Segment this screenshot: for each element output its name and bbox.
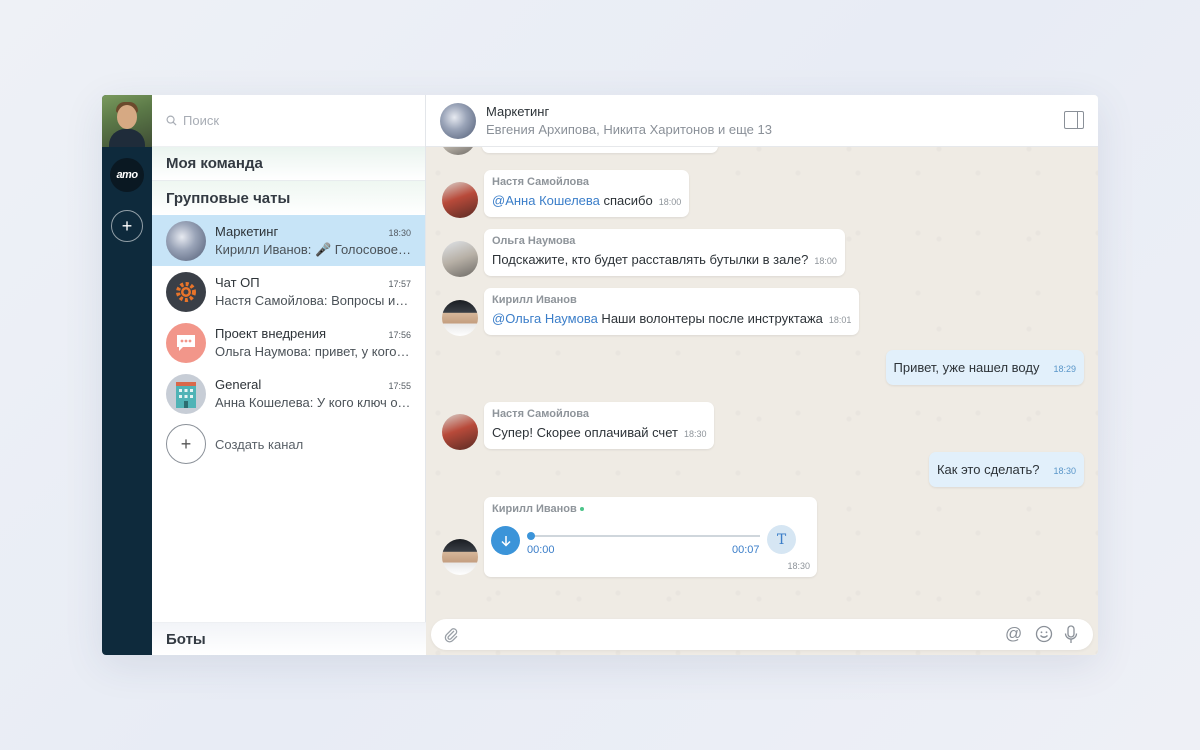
message-avatar [442, 241, 478, 277]
chat-area: Маркетинг Евгения Архипова, Никита Харит… [426, 95, 1098, 655]
section-my-team[interactable]: Моя команда [152, 147, 425, 181]
messenger-window: amo + Поиск Моя команда Групповые чаты М… [102, 95, 1098, 655]
chat-avatar [166, 373, 206, 414]
message-mention[interactable]: @Ольга Наумова [492, 311, 598, 326]
chat-time: 17:55 [388, 381, 411, 391]
chat-preview: Настя Самойлова: Вопросы и ответы [215, 293, 411, 308]
message-text: Наши волонтеры после инструктажа [597, 311, 823, 326]
message-time: 18:30 [683, 429, 707, 439]
chat-name: Проект внедрения [215, 326, 326, 341]
message-bubble-outgoing: Привет, уже нашел воду 18:29 [885, 350, 1084, 385]
message-text: Привет, уже нашел воду [893, 360, 1040, 375]
download-icon[interactable] [491, 526, 520, 555]
building-icon [176, 381, 196, 408]
chat-time: 17:57 [388, 279, 411, 289]
chat-item-general[interactable]: General 17:55 Анна Кошелева: У кого ключ… [152, 368, 425, 419]
message-avatar [442, 300, 478, 336]
side-panel-toggle-icon[interactable] [1064, 111, 1084, 129]
message-time: 18:30 [787, 561, 810, 571]
chat-header-avatar[interactable] [440, 102, 476, 139]
chat-name: Чат ОП [215, 275, 260, 290]
message-bubble: Настя Самойлова Супер! Скорее оплачивай … [484, 402, 715, 449]
chat-avatar [166, 271, 206, 312]
search-input[interactable]: Поиск [152, 95, 425, 147]
chat-time: 17:56 [388, 330, 411, 340]
message-bubble-outgoing: Как это сделать? 18:30 [928, 452, 1084, 487]
message-sender: Ольга Наумова [492, 235, 576, 247]
message-time: 18:30 [1053, 466, 1076, 476]
gear-icon [176, 281, 196, 302]
message-avatar [442, 414, 478, 450]
chat-item-project[interactable]: Проект внедрения 17:56 Ольга Наумова: пр… [152, 317, 425, 368]
message-bubble: Кирилл Иванов @Ольга Наумова Наши волонт… [484, 288, 860, 335]
chat-name: Маркетинг [215, 223, 279, 239]
speech-bubble-icon [177, 334, 195, 351]
online-status-dot [579, 507, 584, 512]
message-time: 18:29 [1053, 364, 1076, 374]
chat-item-marketing[interactable]: Маркетинг 18:30 Кирилл Иванов: 🎤 Голосов… [152, 215, 425, 266]
chat-preview: Ольга Наумова: привет, у кого ключ [215, 344, 411, 359]
message-text: Супер! Скорее оплачивай счет [492, 425, 678, 440]
chat-header: Маркетинг Евгения Архипова, Никита Харит… [426, 95, 1098, 147]
message-composer[interactable]: @ [431, 619, 1093, 650]
voice-sender-name: Кирилл Иванов [492, 503, 577, 515]
amo-logo-button[interactable]: amo [110, 158, 144, 192]
microphone-icon[interactable] [1064, 625, 1078, 644]
transcribe-button[interactable]: T [767, 525, 796, 554]
voice-message: Кирилл Иванов 00:00 00:07 T 18:30 [484, 497, 817, 577]
chat-avatar [166, 322, 206, 363]
chat-name: General [215, 377, 262, 392]
emoji-icon[interactable] [1035, 625, 1053, 643]
chat-preview: Анна Кошелева: У кого ключ от офиса [215, 395, 411, 410]
message-time: 18:01 [828, 315, 852, 325]
mention-icon[interactable]: @ [1005, 624, 1022, 644]
message-text: Подскажите, кто будет расставлять бутылк… [492, 252, 809, 267]
section-group-chats[interactable]: Групповые чаты [152, 181, 425, 215]
message-sender: Настя Самойлова [492, 176, 590, 188]
create-channel-button[interactable]: + Создать канал [152, 419, 425, 469]
message-time: 18:00 [814, 256, 837, 266]
search-placeholder: Поиск [183, 113, 220, 128]
message-bubble: Ольга Наумова Подскажите, кто будет расс… [484, 229, 845, 276]
message-text: спасибо [599, 193, 653, 208]
message-mention[interactable]: @Анна Кошелева [492, 193, 600, 208]
section-bots[interactable]: Боты [152, 622, 426, 655]
chat-avatar [166, 220, 206, 261]
message-sender: Настя Самойлова [492, 408, 590, 420]
chat-item-chat-op[interactable]: Чат ОП 17:57 Настя Самойлова: Вопросы и … [152, 266, 425, 317]
message-text: Как это сделать? [936, 462, 1040, 477]
message-time: 18:00 [658, 197, 682, 207]
message-avatar [442, 182, 478, 218]
message-avatar [442, 539, 478, 575]
chat-preview: Кирилл Иванов: 🎤 Голосовое сообщение [215, 241, 411, 257]
chat-time: 18:30 [388, 227, 411, 238]
chat-title: Маркетинг [486, 104, 550, 119]
voice-progress-track[interactable] [530, 535, 760, 537]
voice-current-time: 00:00 [527, 544, 555, 556]
search-icon [166, 115, 177, 126]
voice-duration: 00:07 [732, 544, 760, 556]
message-bubble: Настя Самойлова @Анна Кошелева спасибо 18… [484, 170, 690, 217]
left-rail: amo + [102, 95, 152, 655]
attach-icon[interactable] [443, 626, 459, 643]
create-channel-label: Создать канал [215, 436, 304, 452]
message-sender: Кирилл Иванов [492, 503, 809, 515]
message-sender: Кирилл Иванов [492, 294, 577, 306]
user-avatar[interactable] [102, 95, 152, 147]
voice-progress-handle[interactable] [527, 532, 535, 540]
add-workspace-button[interactable]: + [111, 210, 143, 242]
plus-icon: + [166, 424, 206, 464]
chat-sidebar: Поиск Моя команда Групповые чаты Маркети… [152, 95, 426, 655]
chat-members[interactable]: Евгения Архипова, Никита Харитонов и еще… [486, 122, 772, 137]
